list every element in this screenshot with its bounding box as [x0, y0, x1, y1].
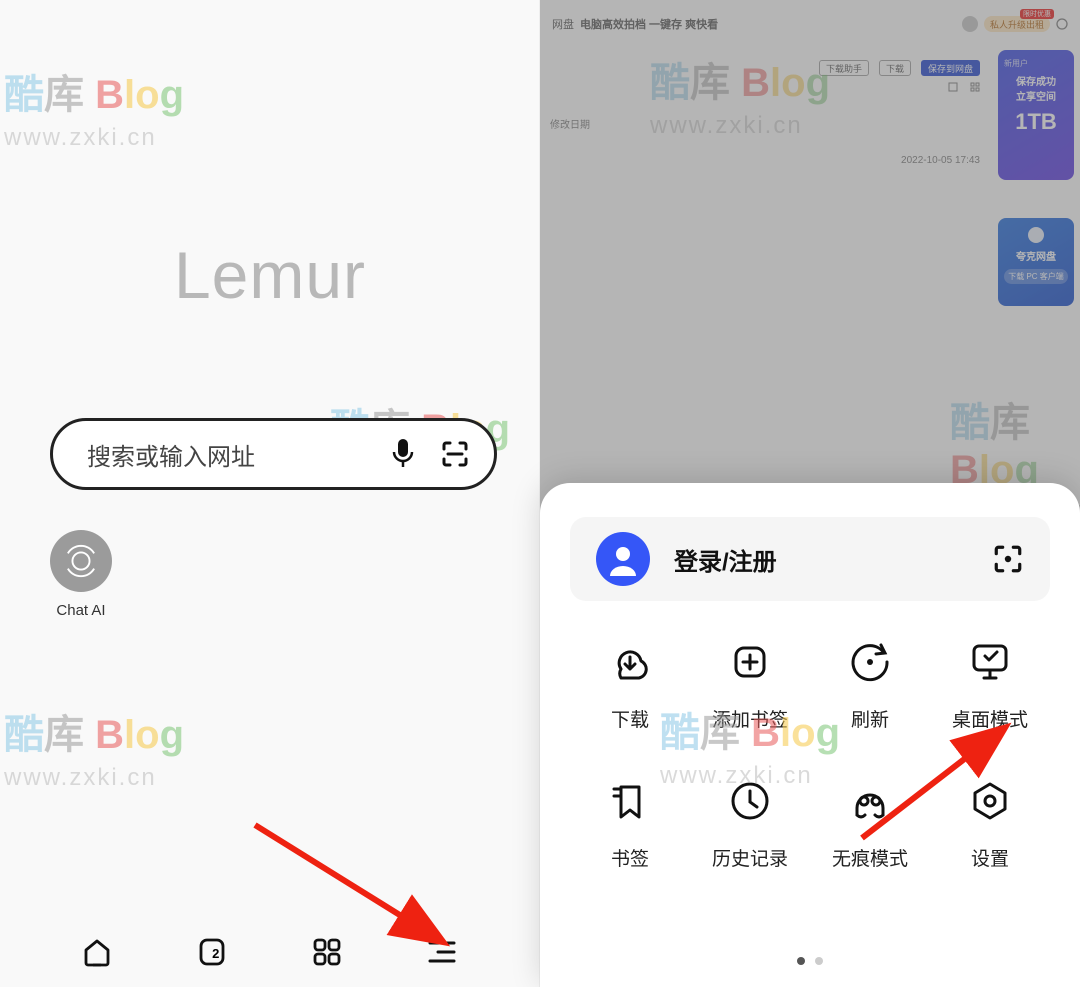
annotation-arrow-1 — [250, 820, 470, 980]
scan-icon[interactable] — [440, 439, 470, 469]
history-icon — [725, 776, 775, 826]
search-bar[interactable]: 搜索或输入网址 — [50, 418, 497, 490]
watermark: 酷库 Blog www.zxki.cn — [4, 702, 184, 792]
tab-count: 2 — [212, 946, 219, 961]
browser-home-screen: 酷库 Blog www.zxki.cn 酷库 Blog www.zxki.cn … — [0, 0, 540, 987]
microphone-icon[interactable] — [392, 439, 414, 469]
page-indicator — [797, 957, 823, 965]
login-register-label: 登录/注册 — [674, 542, 777, 577]
home-button[interactable] — [81, 936, 113, 968]
watermark: 酷库 Blog www.zxki.cn — [4, 62, 184, 152]
browser-brand-name: Lemur — [174, 237, 366, 313]
scan-icon[interactable] — [992, 543, 1024, 575]
download-icon — [605, 637, 655, 687]
dot-1 — [797, 957, 805, 965]
menu-item-bookmarks[interactable]: 书签 — [570, 776, 690, 871]
search-placeholder: 搜索或输入网址 — [87, 437, 392, 472]
add-bookmark-icon — [725, 637, 775, 687]
refresh-icon — [845, 637, 895, 687]
chatai-icon — [50, 530, 112, 592]
shortcut-label: Chat AI — [50, 602, 112, 619]
menu-item-add-bookmark[interactable]: 添加书签 — [690, 637, 810, 732]
annotation-arrow-2 — [852, 718, 1032, 848]
profile-row[interactable]: 登录/注册 — [570, 517, 1050, 601]
menu-item-download[interactable]: 下载 — [570, 637, 690, 732]
tabs-button[interactable]: 2 — [196, 936, 228, 968]
dot-2 — [815, 957, 823, 965]
menu-item-history[interactable]: 历史记录 — [690, 776, 810, 871]
shortcut-chat-ai[interactable]: Chat AI — [50, 530, 112, 619]
desktop-mode-icon — [965, 637, 1015, 687]
browser-menu-screen: 网盘 电脑高效拍档 一键存 爽快看 私人升级出租 限时优惠 下载助手 下载 保存… — [540, 0, 1080, 987]
bookmarks-icon — [605, 776, 655, 826]
avatar-icon — [596, 532, 650, 586]
